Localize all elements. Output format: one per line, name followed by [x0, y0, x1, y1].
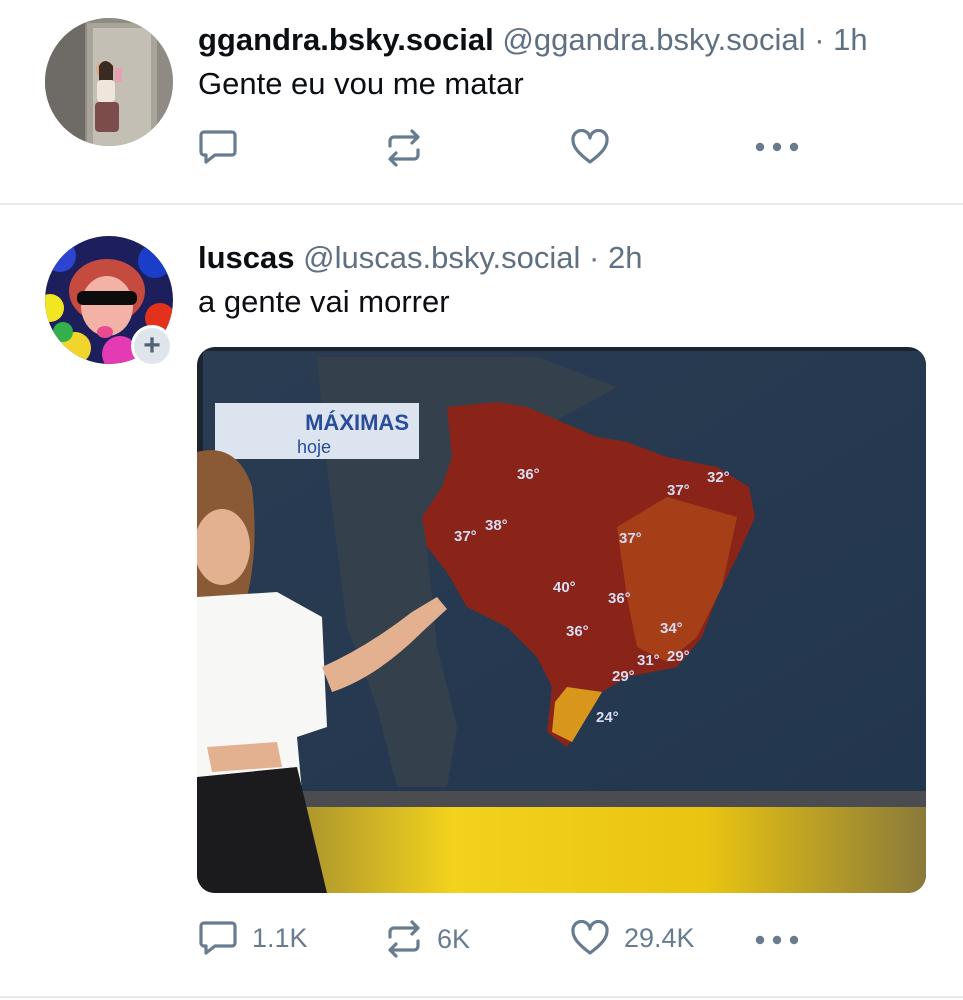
- map-banner-title: MÁXIMAS: [305, 410, 409, 435]
- handle[interactable]: @luscas.bsky.social: [303, 240, 580, 275]
- temp-label: 37°: [619, 530, 642, 547]
- more-dots-icon: [755, 935, 799, 945]
- more-options-button[interactable]: [754, 933, 800, 947]
- temp-label: 40°: [553, 579, 576, 596]
- like-count: 29.4K: [624, 922, 695, 953]
- reply-icon: [199, 921, 237, 955]
- weather-map-image: MÁXIMAS hoje 36° 37° 32° 37° 38° 37° 40°…: [197, 347, 926, 893]
- temp-label: 37°: [454, 528, 477, 545]
- like-button[interactable]: 29.4K: [570, 920, 695, 956]
- temp-label: 31°: [637, 652, 660, 669]
- separator: ·: [814, 22, 825, 57]
- post-text: a gente vai morrer: [198, 284, 450, 319]
- post-header: luscas @luscas.bsky.social · 2h: [198, 238, 642, 278]
- repost-icon: [388, 129, 420, 167]
- repost-icon: [388, 920, 420, 958]
- display-name[interactable]: luscas: [198, 240, 295, 275]
- reply-icon: [199, 130, 237, 164]
- post-text: Gente eu vou me matar: [198, 66, 524, 101]
- separator: ·: [589, 240, 600, 275]
- post-header: ggandra.bsky.social @ggandra.bsky.social…: [198, 20, 868, 60]
- temp-label: 36°: [566, 623, 589, 640]
- post-image[interactable]: MÁXIMAS hoje 36° 37° 32° 37° 38° 37° 40°…: [197, 347, 926, 893]
- temp-label: 29°: [667, 648, 690, 665]
- display-name[interactable]: ggandra.bsky.social: [198, 22, 494, 57]
- temp-label: 36°: [517, 466, 540, 483]
- temp-label: 32°: [707, 469, 730, 486]
- temp-label: 34°: [660, 620, 683, 637]
- post-1[interactable]: ggandra.bsky.social @ggandra.bsky.social…: [0, 0, 963, 203]
- more-dots-icon: [755, 142, 799, 152]
- like-button[interactable]: [570, 129, 624, 165]
- timestamp[interactable]: 1h: [833, 22, 867, 57]
- repost-count: 6K: [437, 923, 471, 954]
- heart-icon: [571, 129, 609, 164]
- repost-button[interactable]: 6K: [385, 920, 470, 958]
- map-banner-subtitle: hoje: [297, 437, 331, 457]
- post-divider: [0, 996, 963, 998]
- temp-label: 29°: [612, 668, 635, 685]
- avatar[interactable]: [45, 18, 173, 146]
- temp-label: 37°: [667, 482, 690, 499]
- avatar-image: [45, 18, 173, 146]
- reply-count: 1.1K: [252, 922, 308, 953]
- follow-plus-button[interactable]: +: [131, 325, 173, 367]
- handle[interactable]: @ggandra.bsky.social: [502, 22, 805, 57]
- timestamp[interactable]: 2h: [608, 240, 642, 275]
- repost-button[interactable]: [385, 129, 437, 167]
- reply-button[interactable]: 1.1K: [198, 920, 308, 956]
- temp-label: 36°: [608, 590, 631, 607]
- temp-label: 24°: [596, 709, 619, 726]
- heart-icon: [571, 920, 609, 955]
- more-options-button[interactable]: [754, 140, 800, 154]
- reply-button[interactable]: [198, 129, 252, 165]
- temp-label: 38°: [485, 517, 508, 534]
